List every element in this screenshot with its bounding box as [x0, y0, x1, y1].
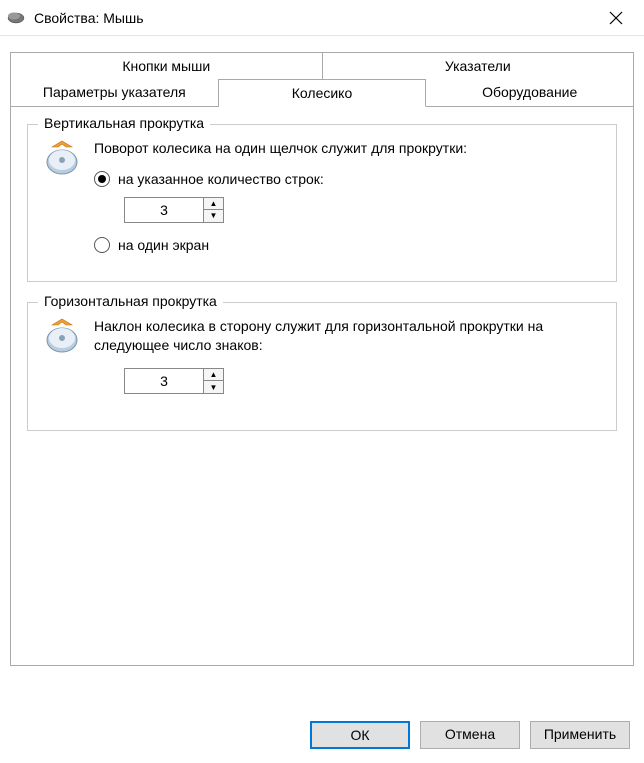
vertical-desc: Поворот колесика на один щелчок служит д… — [94, 139, 602, 159]
titlebar: Свойства: Мышь — [0, 0, 644, 36]
dialog-buttons: ОК Отмена Применить — [310, 721, 630, 749]
lines-input[interactable] — [125, 198, 203, 222]
tab-hardware[interactable]: Оборудование — [426, 79, 634, 107]
group-vertical-title: Вертикальная прокрутка — [38, 115, 210, 131]
tab-panel-wheel: Вертикальная прокрутка Поворот колесика … — [10, 106, 634, 666]
tab-strip: Кнопки мыши Указатели Параметры указател… — [10, 52, 634, 106]
lines-spin-up[interactable]: ▲ — [204, 198, 223, 211]
group-horizontal-title: Горизонтальная прокрутка — [38, 293, 223, 309]
lines-spinner[interactable]: ▲ ▼ — [124, 197, 224, 223]
horizontal-wheel-icon — [42, 317, 82, 357]
tab-wheel[interactable]: Колесико — [219, 79, 427, 107]
chars-spin-down[interactable]: ▼ — [204, 381, 223, 393]
radio-screen-label: на один экран — [118, 237, 209, 253]
close-button[interactable] — [594, 0, 638, 36]
apply-button[interactable]: Применить — [530, 721, 630, 749]
group-vertical-scroll: Вертикальная прокрутка Поворот колесика … — [27, 124, 617, 282]
horizontal-desc: Наклон колесика в сторону служит для гор… — [94, 317, 602, 356]
radio-lines[interactable] — [94, 171, 110, 187]
lines-spin-down[interactable]: ▼ — [204, 210, 223, 222]
chars-spin-up[interactable]: ▲ — [204, 369, 223, 382]
vertical-wheel-icon — [42, 139, 82, 179]
radio-screen[interactable] — [94, 237, 110, 253]
mouse-icon — [6, 11, 26, 25]
tab-pointers[interactable]: Указатели — [322, 52, 635, 80]
window-title: Свойства: Мышь — [34, 10, 144, 26]
tab-mouse-buttons[interactable]: Кнопки мыши — [10, 52, 322, 80]
ok-button[interactable]: ОК — [310, 721, 410, 749]
radio-lines-label: на указанное количество строк: — [118, 171, 324, 187]
cancel-button[interactable]: Отмена — [420, 721, 520, 749]
chars-spinner[interactable]: ▲ ▼ — [124, 368, 224, 394]
tab-pointer-options[interactable]: Параметры указателя — [10, 79, 219, 107]
group-horizontal-scroll: Горизонтальная прокрутка Наклон колесика… — [27, 302, 617, 431]
chars-input[interactable] — [125, 369, 203, 393]
